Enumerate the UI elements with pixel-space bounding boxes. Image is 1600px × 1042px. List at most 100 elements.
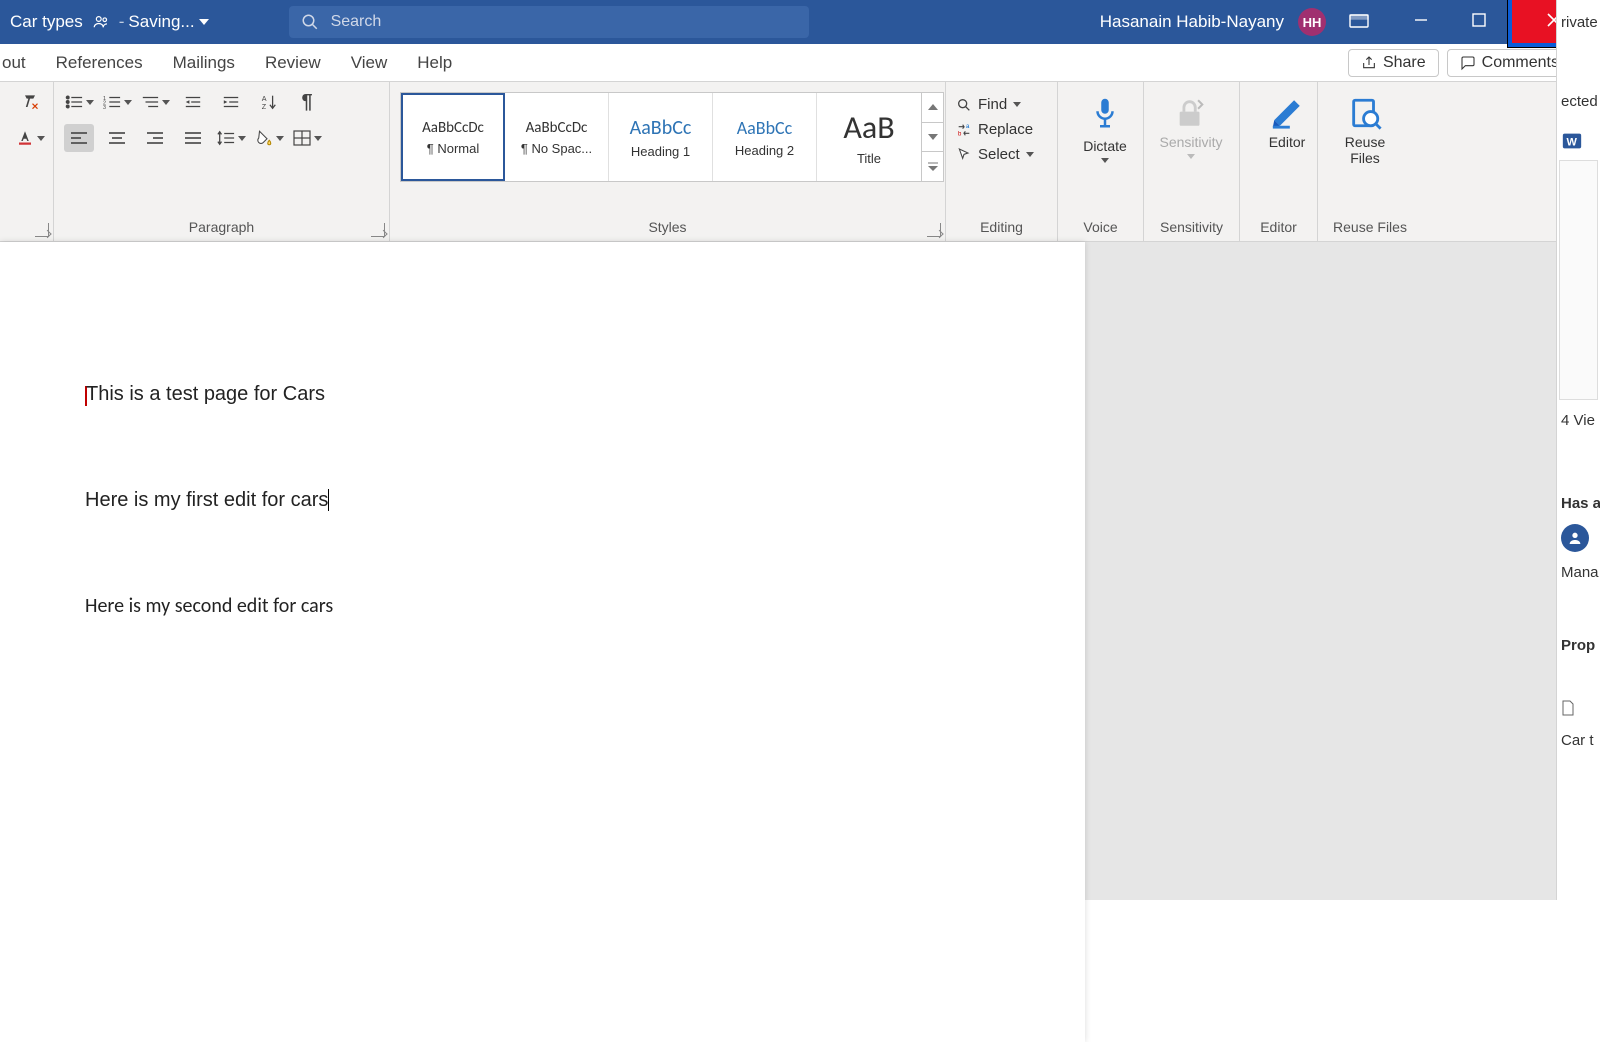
ribbon-display-options-icon[interactable] (1340, 14, 1378, 30)
sidepane-thumbnail[interactable] (1559, 160, 1598, 400)
tab-review[interactable]: Review (261, 47, 325, 79)
style-name: Title (857, 151, 881, 166)
search-icon (301, 13, 319, 31)
svg-text:Z: Z (262, 102, 267, 111)
group-sensitivity: Sensitivity Sensitivity (1144, 82, 1240, 241)
bullets-button[interactable] (64, 88, 94, 116)
styles-gallery[interactable]: AaBbCcDc ¶ Normal AaBbCcDc ¶ No Spac... … (400, 92, 944, 182)
tab-layout-partial[interactable]: out (0, 47, 30, 79)
align-center-button[interactable] (102, 124, 132, 152)
style-name: Heading 1 (631, 144, 690, 159)
maximize-button[interactable] (1450, 0, 1508, 42)
document-title: Car types (10, 12, 83, 32)
group-reuse-files: Reuse Files Reuse Files (1318, 82, 1422, 241)
group-voice: Dictate Voice (1058, 82, 1144, 241)
dictate-button[interactable]: Dictate (1068, 88, 1142, 163)
group-font-partial (0, 82, 54, 241)
sensitivity-group-label: Sensitivity (1154, 219, 1229, 239)
reuse-label-2: Files (1350, 150, 1380, 166)
status-text: Saving... (128, 12, 194, 32)
comments-label: Comments (1482, 54, 1559, 72)
share-button[interactable]: Share (1348, 49, 1439, 77)
side-pane-partial: rivate ected W 4 Vie Has a Mana Prop Car… (1556, 0, 1600, 900)
paragraph-1[interactable]: This is a test page for Cars (85, 382, 1085, 406)
justify-button[interactable] (178, 124, 208, 152)
styles-group-label: Styles (400, 219, 935, 239)
styles-scroll-up[interactable] (922, 93, 943, 123)
line-spacing-button[interactable] (216, 124, 246, 152)
paragraph-3[interactable]: Here is my second edit for cars (85, 594, 1085, 618)
editor-button[interactable]: Editor (1250, 88, 1324, 150)
styles-scroll-down[interactable] (922, 123, 943, 153)
search-input[interactable] (331, 13, 797, 31)
dictate-label: Dictate (1083, 138, 1127, 154)
sort-button[interactable]: AZ (254, 88, 284, 116)
align-right-button[interactable] (140, 124, 170, 152)
sidepane-avatar[interactable] (1561, 524, 1589, 552)
find-label: Find (978, 96, 1007, 113)
decrease-indent-button[interactable] (178, 88, 208, 116)
word-icon[interactable]: W (1557, 126, 1600, 156)
increase-indent-button[interactable] (216, 88, 246, 116)
sidepane-text: ected (1557, 85, 1600, 118)
styles-dialog-launcher[interactable] (927, 223, 941, 237)
show-hide-marks-button[interactable]: ¶ (292, 88, 322, 116)
group-paragraph: 123 AZ ¶ Paragraph (54, 82, 390, 241)
align-left-button[interactable] (64, 124, 94, 152)
style-preview: AaBbCcDc (422, 119, 484, 137)
paragraph-2[interactable]: Here is my first edit for cars (85, 488, 1085, 512)
ribbon: 123 AZ ¶ Paragraph (0, 82, 1600, 242)
tab-view[interactable]: View (347, 47, 392, 79)
style-preview: AaBbCcDc (526, 119, 588, 137)
paragraph-group-label: Paragraph (64, 219, 379, 239)
replace-icon: ba (956, 122, 972, 138)
voice-group-label: Voice (1068, 219, 1133, 239)
styles-expand[interactable] (922, 152, 943, 181)
reuse-files-button[interactable]: Reuse Files (1328, 88, 1402, 166)
tab-mailings[interactable]: Mailings (169, 47, 239, 79)
shading-button[interactable] (254, 124, 284, 152)
user-name[interactable]: Hasanain Habib-Nayany (1100, 12, 1284, 32)
minimize-button[interactable] (1392, 0, 1450, 42)
reuse-label-1: Reuse (1345, 134, 1385, 150)
editor-icon (1270, 96, 1304, 130)
style-normal[interactable]: AaBbCcDc ¶ Normal (401, 93, 505, 181)
paragraph-dialog-launcher[interactable] (371, 223, 385, 237)
group-editor: Editor Editor (1240, 82, 1318, 241)
borders-button[interactable] (292, 124, 322, 152)
multilevel-list-button[interactable] (140, 88, 170, 116)
sidepane-car: Car t (1557, 724, 1600, 757)
ribbon-tabs: out References Mailings Review View Help… (0, 44, 1600, 82)
group-styles: AaBbCcDc ¶ Normal AaBbCcDc ¶ No Spac... … (390, 82, 946, 241)
minimize-icon (1414, 13, 1428, 27)
replace-button[interactable]: ba Replace (956, 121, 1047, 138)
style-heading-1[interactable]: AaBbCc Heading 1 (609, 93, 713, 181)
comments-button[interactable]: Comments (1447, 49, 1572, 77)
search-box[interactable] (289, 6, 809, 38)
style-heading-2[interactable]: AaBbCc Heading 2 (713, 93, 817, 181)
search-icon (956, 97, 972, 113)
document-canvas: This is a test page for Cars Here is my … (0, 242, 1600, 900)
reuse-group-label: Reuse Files (1328, 219, 1412, 239)
font-color-button[interactable] (10, 124, 50, 152)
tab-references[interactable]: References (52, 47, 147, 79)
people-icon[interactable] (91, 12, 111, 32)
user-avatar[interactable]: HH (1298, 8, 1326, 36)
tab-help[interactable]: Help (413, 47, 456, 79)
title-bar: Car types - Saving... Hasanain Habib-Nay… (0, 0, 1600, 44)
font-dialog-launcher[interactable] (35, 223, 49, 237)
style-name: ¶ Normal (427, 141, 480, 156)
select-button[interactable]: Select (956, 146, 1047, 163)
sidepane-views: 4 Vie (1557, 404, 1600, 437)
save-status[interactable]: - Saving... (119, 12, 209, 32)
sensitivity-icon (1174, 96, 1208, 130)
clear-formatting-button[interactable] (10, 88, 50, 116)
sidepane-file[interactable] (1557, 692, 1600, 724)
sidepane-mana: Mana (1557, 556, 1600, 589)
style-no-spacing[interactable]: AaBbCcDc ¶ No Spac... (505, 93, 609, 181)
document-page[interactable]: This is a test page for Cars Here is my … (0, 242, 1085, 1042)
style-title[interactable]: AaB Title (817, 93, 921, 181)
style-preview: AaB (843, 108, 894, 147)
find-button[interactable]: Find (956, 96, 1047, 113)
numbering-button[interactable]: 123 (102, 88, 132, 116)
